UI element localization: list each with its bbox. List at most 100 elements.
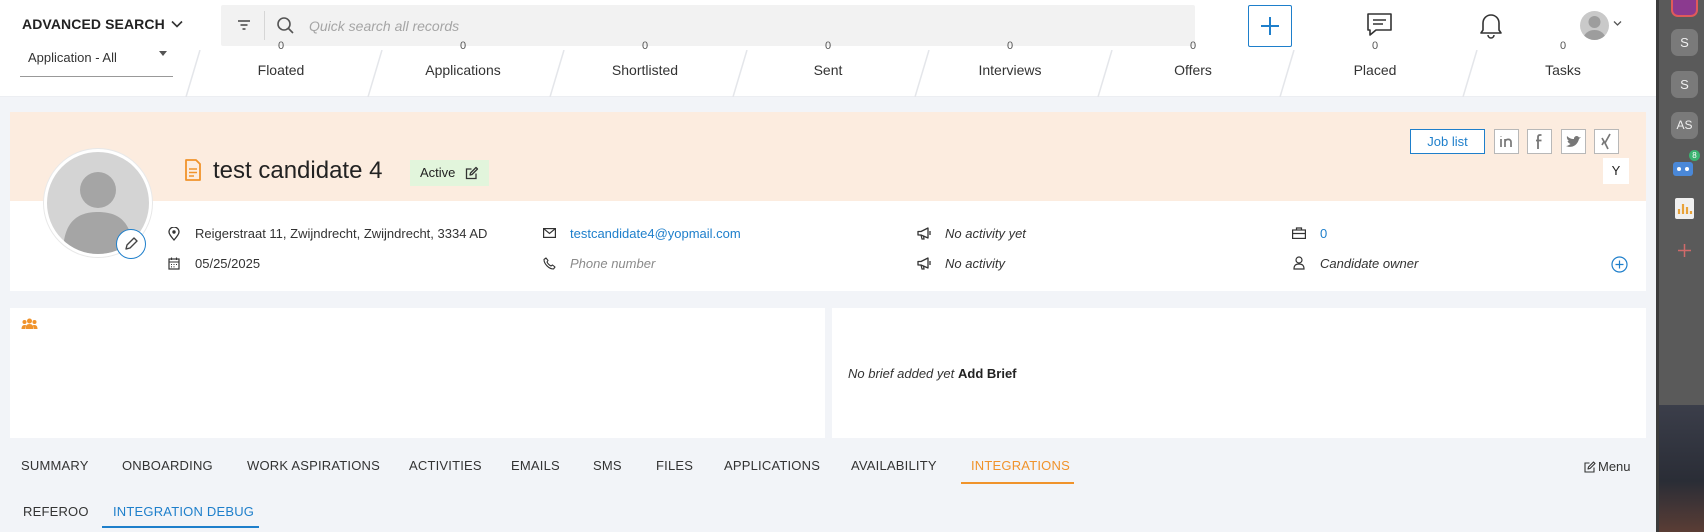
tab-availability[interactable]: AVAILABILITY <box>851 458 937 473</box>
tab-integrations[interactable]: INTEGRATIONS <box>971 458 1070 473</box>
stage-count: 0 <box>1006 40 1014 52</box>
subtab-referoo[interactable]: REFEROO <box>23 504 89 519</box>
stage-floated[interactable]: 0 Floated <box>193 40 369 97</box>
chat-icon[interactable] <box>1365 11 1394 38</box>
stage-count: 0 <box>824 40 832 52</box>
dock-sheets-icon[interactable] <box>1671 195 1698 222</box>
dock-wallpaper <box>1659 405 1704 532</box>
stage-tasks[interactable]: 0 Tasks <box>1475 40 1651 97</box>
search-icon[interactable] <box>276 16 295 35</box>
y-badge[interactable]: Y <box>1603 158 1629 184</box>
facebook-button[interactable] <box>1527 129 1552 154</box>
tab-files[interactable]: FILES <box>656 458 693 473</box>
activity-status: No activity yet <box>945 226 1026 241</box>
tab-sms[interactable]: SMS <box>593 458 622 473</box>
subtab-integration-debug[interactable]: INTEGRATION DEBUG <box>113 504 254 519</box>
briefcase-icon <box>1292 227 1306 239</box>
tab-work-aspirations[interactable]: WORK ASPIRATIONS <box>247 458 380 473</box>
dock-badge: 8 <box>1689 150 1700 161</box>
stage-divider <box>1097 50 1113 97</box>
chevron-down-icon[interactable] <box>170 17 184 31</box>
stage-count: 0 <box>1371 40 1379 52</box>
stage-count: 0 <box>1189 40 1197 52</box>
team-panel <box>10 308 825 438</box>
pencil-icon <box>125 237 138 250</box>
dock-app-icon[interactable] <box>1671 0 1698 17</box>
stage-count: 0 <box>277 40 285 52</box>
candidate-date: 05/25/2025 <box>195 256 261 271</box>
stage-label: Placed <box>1353 62 1397 78</box>
people-icon[interactable] <box>21 318 38 330</box>
job-list-button[interactable]: Job list <box>1410 129 1485 154</box>
candidate-details <box>10 201 1646 291</box>
stage-placed[interactable]: 0 Placed <box>1287 40 1463 97</box>
menu-label: Menu <box>1598 459 1631 474</box>
document-icon <box>185 159 201 181</box>
linkedin-icon <box>1500 136 1512 147</box>
jobs-count-link[interactable]: 0 <box>1320 226 1327 241</box>
stage-interviews[interactable]: 0 Interviews <box>922 40 1098 97</box>
stage-label: Sent <box>813 62 843 78</box>
stage-divider <box>549 50 565 97</box>
stage-label: Shortlisted <box>611 62 679 78</box>
dock-add-icon[interactable] <box>1677 243 1692 258</box>
app-dock: S S AS 8 <box>1656 0 1704 532</box>
dock-item-as[interactable]: AS <box>1671 112 1698 139</box>
user-icon <box>1293 256 1305 270</box>
pipeline-stages: Application - All 0 Floated 0 Applicatio… <box>0 40 1656 97</box>
tab-onboarding[interactable]: ONBOARDING <box>122 458 213 473</box>
edit-photo-button[interactable] <box>116 229 146 259</box>
stage-divider <box>185 50 201 97</box>
xing-button[interactable] <box>1594 129 1619 154</box>
tab-applications[interactable]: APPLICATIONS <box>724 458 820 473</box>
menu-button[interactable]: Menu <box>1584 459 1631 474</box>
stage-divider <box>1462 50 1478 97</box>
stage-sent[interactable]: 0 Sent <box>740 40 916 97</box>
application-filter-select[interactable]: Application - All <box>20 50 173 77</box>
stage-offers[interactable]: 0 Offers <box>1105 40 1281 97</box>
stage-label: Applications <box>425 62 501 78</box>
candidate-name: test candidate 4 <box>213 157 383 184</box>
tab-activities[interactable]: ACTIVITIES <box>409 458 482 473</box>
status-badge[interactable]: Active <box>410 160 490 186</box>
stage-divider <box>732 50 748 97</box>
stage-label: Tasks <box>1545 62 1581 78</box>
facebook-icon <box>1536 134 1542 149</box>
status-label: Active <box>420 165 456 180</box>
stage-applications[interactable]: 0 Applications <box>375 40 551 97</box>
stage-divider <box>367 50 383 97</box>
tab-summary[interactable]: SUMMARY <box>21 458 89 473</box>
stage-label: Floated <box>257 62 305 78</box>
xing-icon <box>1601 133 1611 150</box>
phone-icon <box>543 257 556 270</box>
application-filter-value: Application - All <box>28 50 117 65</box>
candidate-email-link[interactable]: testcandidate4@yopmail.com <box>570 226 741 241</box>
candidate-owner-field[interactable]: Candidate owner <box>1320 256 1418 271</box>
twitter-button[interactable] <box>1561 129 1586 154</box>
megaphone-icon <box>917 257 931 270</box>
active-subtab-indicator <box>102 526 259 528</box>
dock-item-s1[interactable]: S <box>1671 29 1698 56</box>
stage-shortlisted[interactable]: 0 Shortlisted <box>557 40 733 97</box>
add-circle-icon[interactable] <box>1611 256 1628 273</box>
add-brief-button[interactable]: Add Brief <box>958 366 1017 381</box>
calendar-icon <box>168 257 180 270</box>
stage-label: Offers <box>1174 62 1212 78</box>
stage-label: Interviews <box>978 62 1042 78</box>
edit-icon[interactable] <box>465 166 479 180</box>
linkedin-button[interactable] <box>1494 129 1519 154</box>
dock-item-s2[interactable]: S <box>1671 71 1698 98</box>
location-icon <box>168 227 180 241</box>
brief-empty-text: No brief added yet <box>848 366 955 381</box>
twitter-icon <box>1566 136 1581 147</box>
megaphone-icon <box>917 227 931 240</box>
bell-icon[interactable] <box>1478 11 1504 39</box>
advanced-search-button[interactable]: ADVANCED SEARCH <box>22 16 165 32</box>
edit-icon <box>1584 461 1596 473</box>
chevron-down-icon[interactable] <box>1613 20 1622 27</box>
tab-emails[interactable]: EMAILS <box>511 458 560 473</box>
user-avatar[interactable] <box>1580 11 1609 40</box>
divider <box>264 11 265 40</box>
filter-icon[interactable] <box>237 18 251 32</box>
phone-number-field[interactable]: Phone number <box>570 256 655 271</box>
